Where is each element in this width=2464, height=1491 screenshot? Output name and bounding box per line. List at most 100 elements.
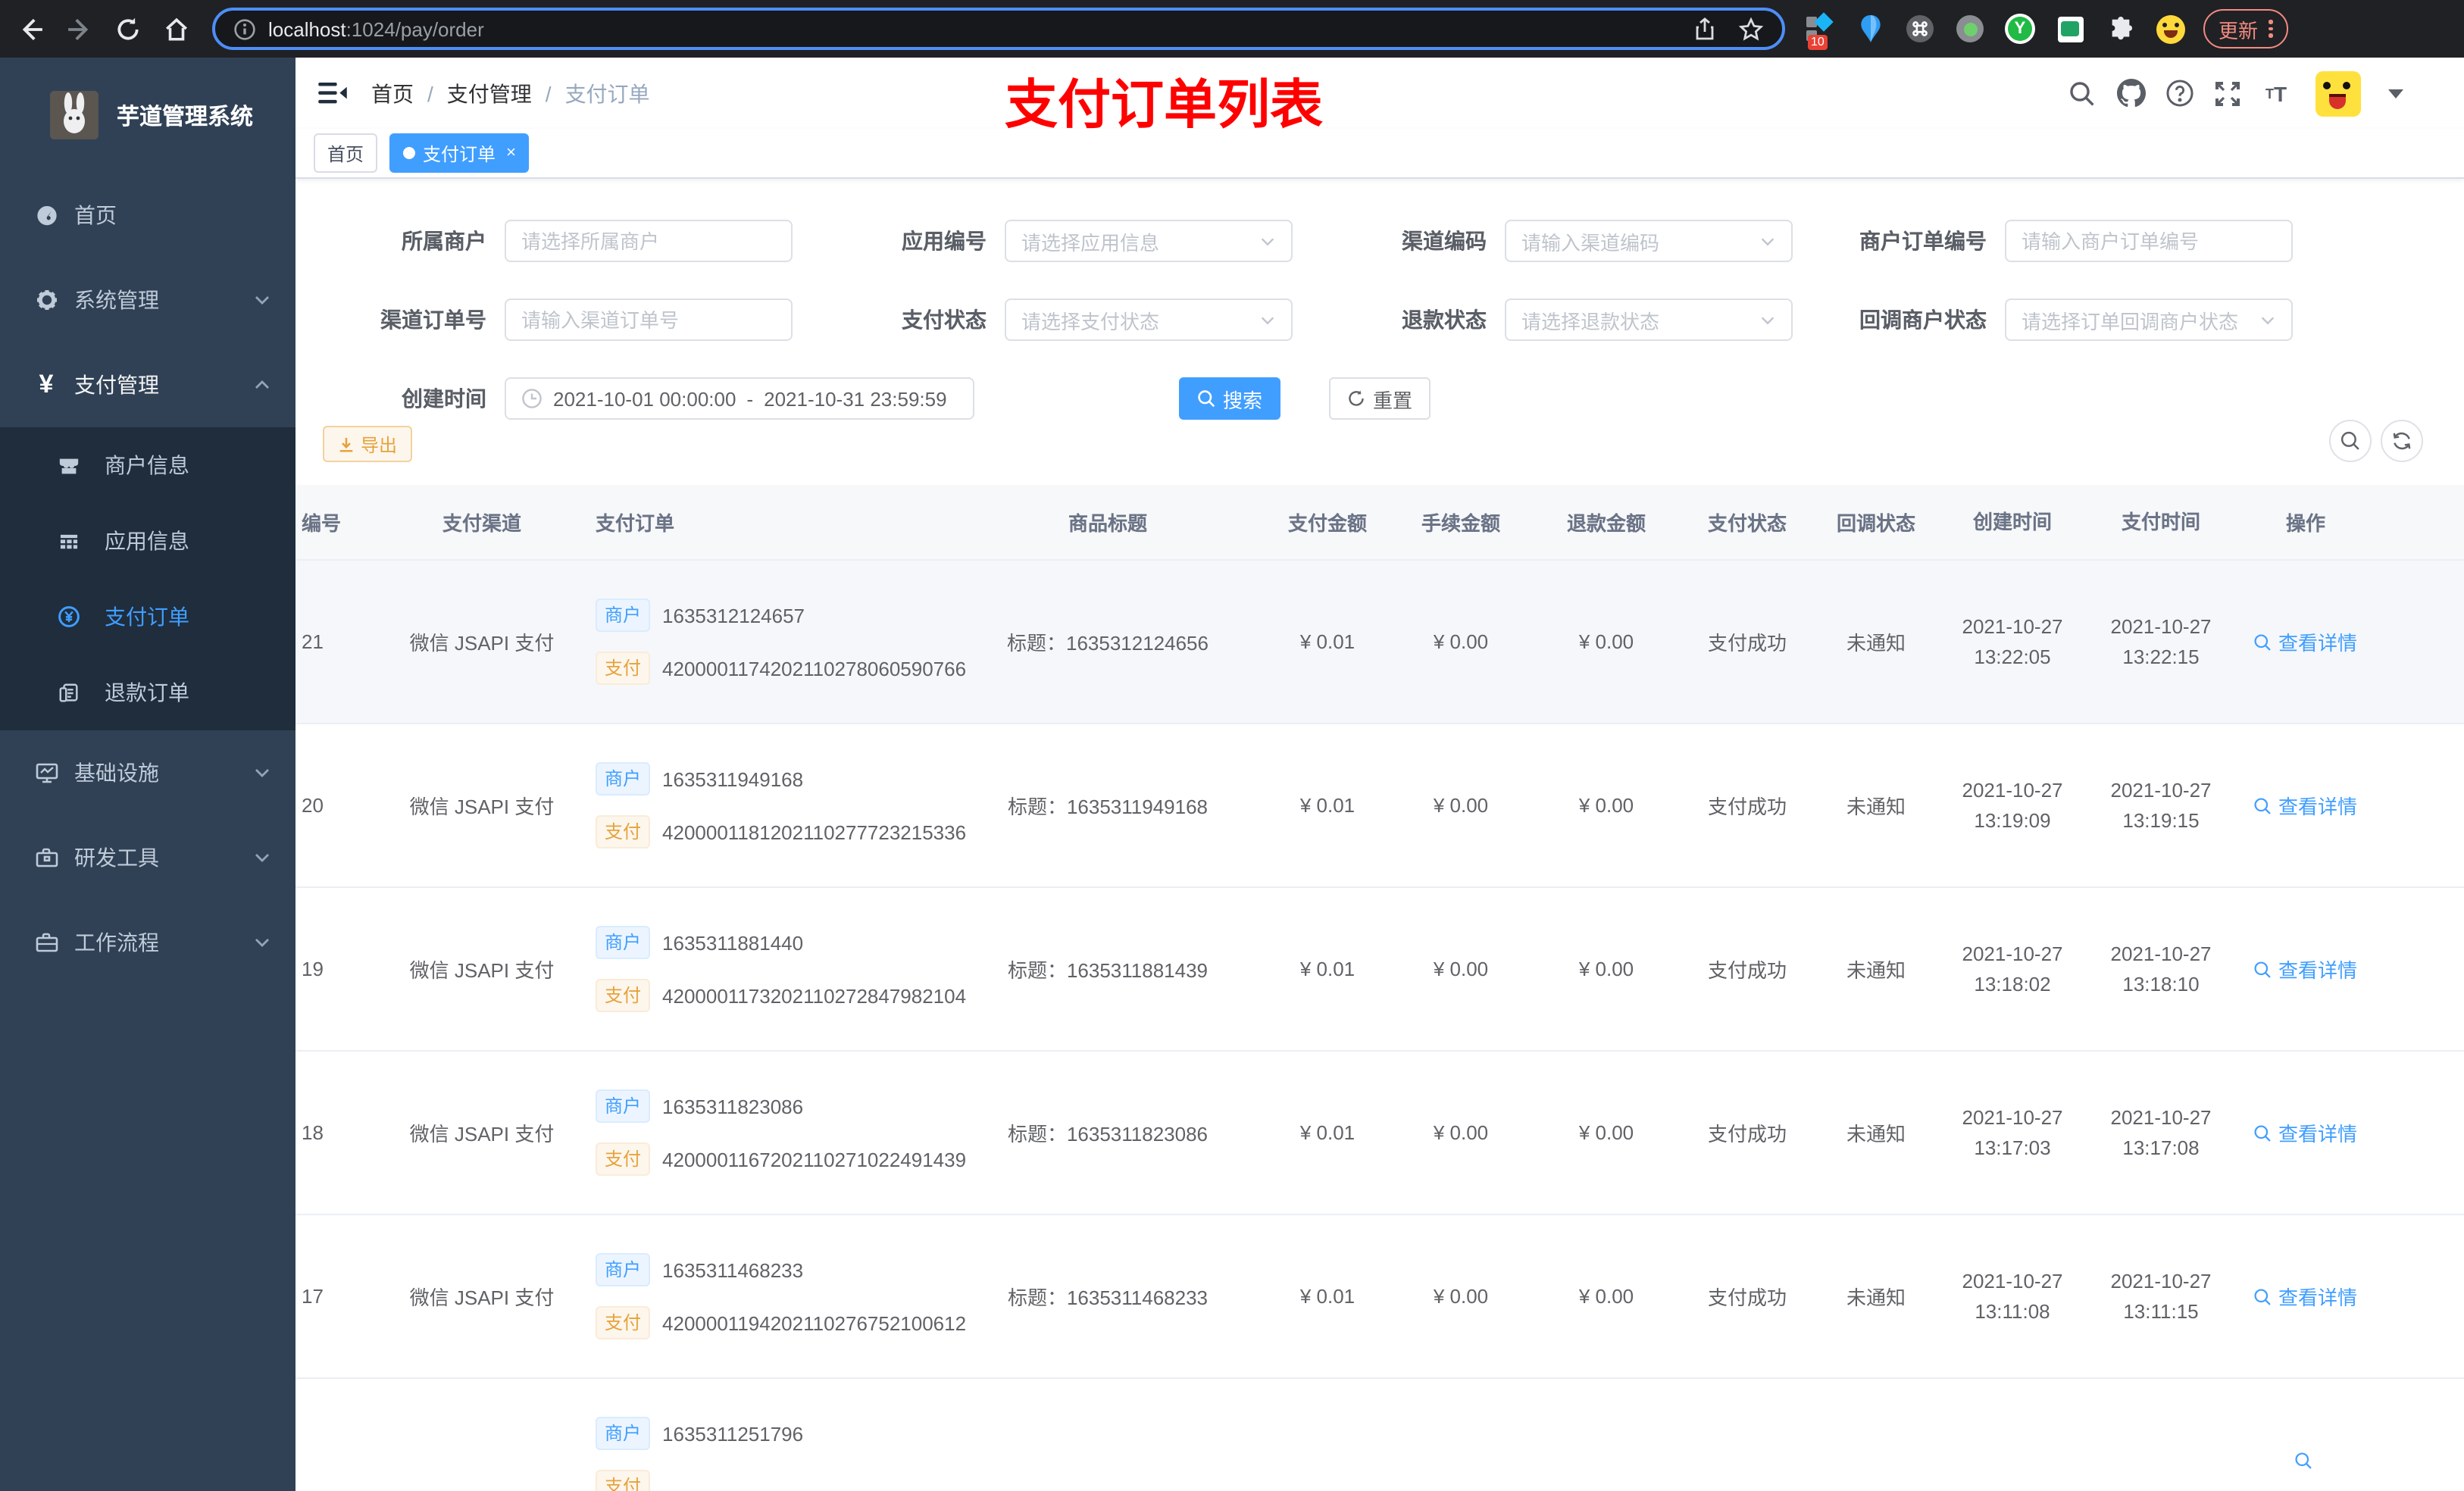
extension-puzzle-icon[interactable]	[2105, 14, 2135, 44]
sidebar-item-label: 应用信息	[105, 529, 189, 553]
sidebar-item-infra[interactable]: 基础设施	[0, 730, 295, 815]
search-icon[interactable]	[2067, 78, 2097, 108]
cell-id: 18	[302, 1121, 324, 1144]
pay-status-select[interactable]: 请选择支付状态	[1005, 299, 1293, 341]
site-info-icon[interactable]	[233, 17, 256, 40]
channel-order-input[interactable]	[505, 299, 793, 341]
browser-home-icon[interactable]	[158, 9, 194, 48]
sidebar-logo[interactable]: 芋道管理系统	[0, 58, 295, 173]
sidebar-item-label: 支付管理	[74, 373, 159, 397]
cell-channel: 微信 JSAPI 支付	[409, 796, 555, 818]
browser-forward-icon[interactable]	[61, 9, 97, 48]
refresh-table-button[interactable]	[2381, 420, 2423, 462]
cell-id: 20	[302, 794, 324, 817]
sidebar-item-label: 系统管理	[74, 288, 159, 312]
extension-icon-y[interactable]: Y	[2005, 14, 2035, 44]
close-icon[interactable]: ×	[506, 144, 516, 162]
view-detail-link[interactable]: 查看详情	[2234, 1282, 2378, 1311]
merchant-input-field[interactable]	[521, 230, 776, 252]
cell-amount: ¥ 0.01	[1299, 794, 1356, 817]
sidebar-item-label: 工作流程	[74, 930, 159, 955]
cell-create-time: 2021-10-27 13:22:05	[1962, 614, 2063, 667]
refund-status-select[interactable]: 请选择退款状态	[1505, 299, 1793, 341]
url-bar[interactable]: localhost:1024/pay/order	[212, 8, 1785, 50]
sidebar-item-devtools[interactable]: 研发工具	[0, 815, 295, 900]
merchant-order-input-field[interactable]	[2022, 230, 2276, 252]
view-detail-link[interactable]: 查看详情	[2234, 627, 2378, 656]
sidebar-item-pay-order[interactable]: 支付订单	[0, 579, 295, 655]
merchant-tag: 商户	[596, 1089, 651, 1123]
browser-update-button[interactable]: 更新	[2203, 9, 2288, 48]
view-icon	[2255, 1124, 2272, 1141]
sidebar-item-system[interactable]: 系统管理	[0, 258, 295, 342]
col-header-actions: 操作	[2285, 512, 2325, 535]
cell-pay-status: 支付成功	[1707, 1123, 1787, 1146]
help-icon[interactable]	[2164, 78, 2194, 108]
share-icon[interactable]	[1693, 17, 1717, 41]
merchant-input[interactable]	[505, 220, 793, 262]
pay-order-no: 4200001174202110278060590766	[662, 657, 967, 680]
sidebar-item-merchant-info[interactable]: 商户信息	[0, 427, 295, 503]
extension-icon-command[interactable]	[1905, 14, 1935, 44]
cell-pay-time: 2021-10-27 13:19:15	[2110, 778, 2212, 831]
bookmark-star-icon[interactable]	[1738, 16, 1764, 42]
app-title: 芋道管理系统	[117, 104, 254, 130]
channel-code-select[interactable]: 请输入渠道编码	[1505, 220, 1793, 262]
pay-order-no: 4200001181202110277723215336	[662, 821, 967, 843]
url-host: localhost	[268, 17, 346, 40]
export-button[interactable]: 导出	[323, 426, 413, 462]
pay-order-table: 编号 支付渠道 支付订单 商品标题 支付金额 手续金额 退款金额 支付状态 回调…	[295, 485, 2464, 1491]
font-size-icon[interactable]: TT	[2261, 78, 2291, 108]
cell-order: 商户 1635311823086 支付 42000011672021102710…	[596, 1089, 966, 1176]
sidebar-item-app-info[interactable]: 应用信息	[0, 503, 295, 579]
fullscreen-icon[interactable]	[2212, 78, 2243, 108]
tag-home[interactable]: 首页	[314, 133, 378, 173]
dashboard-icon	[33, 203, 59, 227]
cell-create-time: 2021-10-27 13:17:03	[1962, 1105, 2063, 1158]
chevron-up-icon	[253, 376, 271, 394]
extension-icon-chat[interactable]	[2055, 14, 2085, 44]
col-header-notify-status: 回调状态	[1836, 512, 1915, 535]
search-button[interactable]: 搜索	[1179, 377, 1281, 420]
merchant-tag: 商户	[596, 926, 651, 959]
browser-reload-icon[interactable]	[109, 9, 145, 48]
extension-icon-emoji[interactable]	[2155, 14, 2185, 44]
pay-order-no: 4200001173202110272847982104	[662, 984, 967, 1007]
sidebar-fold-icon[interactable]	[318, 82, 347, 105]
view-detail-link[interactable]: 查看详情	[2234, 791, 2378, 820]
merchant-tag: 商户	[596, 1253, 651, 1286]
avatar-caret-icon[interactable]	[2388, 89, 2403, 98]
view-detail-link[interactable]	[2234, 1451, 2378, 1469]
cell-notify-status: 未通知	[1846, 1286, 1906, 1309]
view-detail-link[interactable]: 查看详情	[2234, 955, 2378, 983]
reset-button[interactable]: 重置	[1329, 377, 1431, 420]
tag-pay-order[interactable]: 支付订单 ×	[389, 133, 530, 173]
show-search-toggle-button[interactable]	[2329, 420, 2372, 462]
user-avatar[interactable]	[2315, 70, 2361, 116]
cell-channel: 微信 JSAPI 支付	[409, 1123, 555, 1146]
extension-icon-blocks[interactable]: 10	[1805, 12, 1835, 50]
sidebar-item-payment[interactable]: ¥ 支付管理	[0, 342, 295, 427]
browser-menu-icon[interactable]	[2269, 20, 2273, 38]
callback-status-select[interactable]: 请选择订单回调商户状态	[2005, 299, 2293, 341]
app-select[interactable]: 请选择应用信息	[1005, 220, 1293, 262]
github-icon[interactable]	[2115, 78, 2146, 108]
sidebar-item-workflow[interactable]: 工作流程	[0, 900, 295, 985]
breadcrumb-home[interactable]: 首页	[371, 78, 414, 108]
sidebar-item-label: 基础设施	[74, 761, 159, 785]
chevron-down-icon	[2259, 311, 2276, 328]
cell-title: 标题：1635311468233	[1007, 1286, 1209, 1309]
cell-id: 21	[302, 630, 324, 653]
col-header-pay-time: 支付时间	[2121, 510, 2200, 533]
breadcrumb-pay-manage[interactable]: 支付管理	[447, 78, 532, 108]
merchant-label: 所属商户	[402, 229, 486, 253]
extension-icon-green-dot[interactable]	[1955, 14, 1985, 44]
extension-icon-balloon[interactable]	[1855, 14, 1885, 44]
channel-order-input-field[interactable]	[521, 308, 776, 331]
view-detail-link[interactable]: 查看详情	[2234, 1118, 2378, 1147]
sidebar-item-home[interactable]: 首页	[0, 173, 295, 258]
sidebar-item-refund-order[interactable]: 退款订单	[0, 655, 295, 730]
merchant-order-input[interactable]	[2005, 220, 2293, 262]
create-time-range-picker[interactable]: 2021-10-01 00:00:00 - 2021-10-31 23:59:5…	[505, 377, 974, 420]
browser-back-icon[interactable]	[12, 9, 48, 48]
